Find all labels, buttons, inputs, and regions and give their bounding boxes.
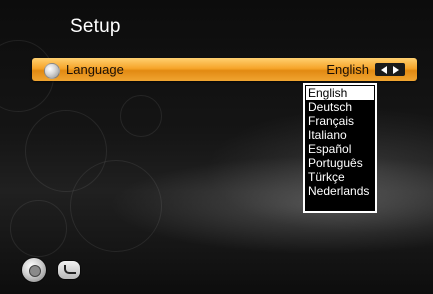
globe-icon: [44, 63, 60, 79]
language-option-espanol[interactable]: Español: [306, 142, 374, 156]
language-dropdown[interactable]: English Deutsch Français Italiano Españo…: [303, 83, 377, 213]
decorative-ring: [10, 200, 67, 257]
language-label: Language: [66, 62, 124, 77]
language-option-turkce[interactable]: Türkçe: [306, 170, 374, 184]
language-option-english[interactable]: English: [306, 86, 374, 100]
language-value: English: [326, 62, 369, 77]
page-title: Setup: [70, 16, 121, 37]
back-arrow-glyph: [64, 265, 76, 274]
arrow-right-icon: [393, 65, 399, 74]
setup-screen: Setup Language English English Deutsch F…: [0, 0, 433, 294]
language-option-nederlands[interactable]: Nederlands: [306, 184, 374, 198]
decorative-ring: [120, 95, 162, 137]
back-icon: [58, 261, 80, 279]
arrow-left-icon: [381, 65, 387, 74]
language-setting-row[interactable]: Language English: [32, 58, 417, 81]
decorative-ring: [70, 160, 162, 252]
navigation-pad-icon: [22, 258, 46, 282]
navigation-pad-center: [29, 265, 41, 277]
language-option-italiano[interactable]: Italiano: [306, 128, 374, 142]
language-option-francais[interactable]: Français: [306, 114, 374, 128]
language-option-deutsch[interactable]: Deutsch: [306, 100, 374, 114]
language-option-portugues[interactable]: Português: [306, 156, 374, 170]
left-right-icon[interactable]: [375, 63, 405, 76]
